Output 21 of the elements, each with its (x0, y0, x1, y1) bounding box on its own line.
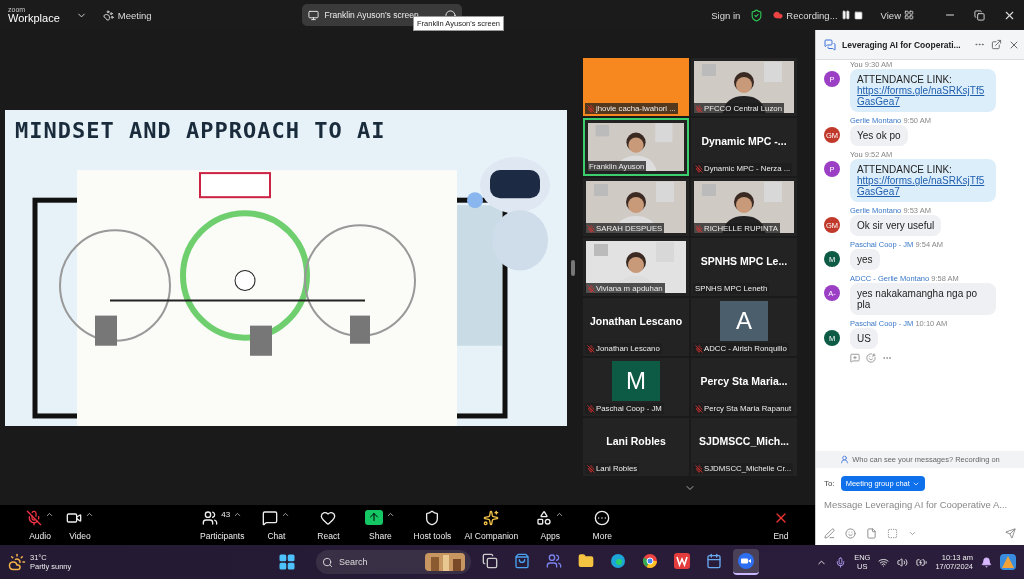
to-label: To: (824, 479, 835, 488)
message-text: US (857, 333, 871, 344)
slide-title: MINDSET AND APPROACH TO AI (14, 116, 387, 145)
participant-name: SPNHS MPC Le... (700, 255, 788, 267)
recording-status: Recording... (786, 9, 838, 21)
message-text: Ok sir very useful (857, 220, 935, 231)
participant-name: Lani Robles (606, 435, 666, 447)
participant-name: Jonathan Lescano (589, 315, 683, 327)
chat-title: Leveraging AI for Cooperati... (842, 39, 962, 50)
message-text: ATTENDANCE LINK: (857, 164, 953, 175)
message-text: yes nakakamangha nga po pla (857, 288, 979, 310)
message-text: ATTENDANCE LINK: (857, 74, 953, 85)
participant-name: Percy Sta Maria... (700, 375, 788, 387)
participant-count: 43 (221, 509, 231, 519)
message-text: yes (857, 254, 873, 265)
brand-name: Workplace (8, 13, 60, 24)
avatar: A (720, 301, 768, 341)
participant-name: SJDMSCC_Mich... (699, 435, 789, 447)
participant-name: Dynamic MPC -... (701, 135, 787, 147)
message-text: Yes ok po (857, 130, 901, 141)
avatar: M (612, 361, 660, 401)
